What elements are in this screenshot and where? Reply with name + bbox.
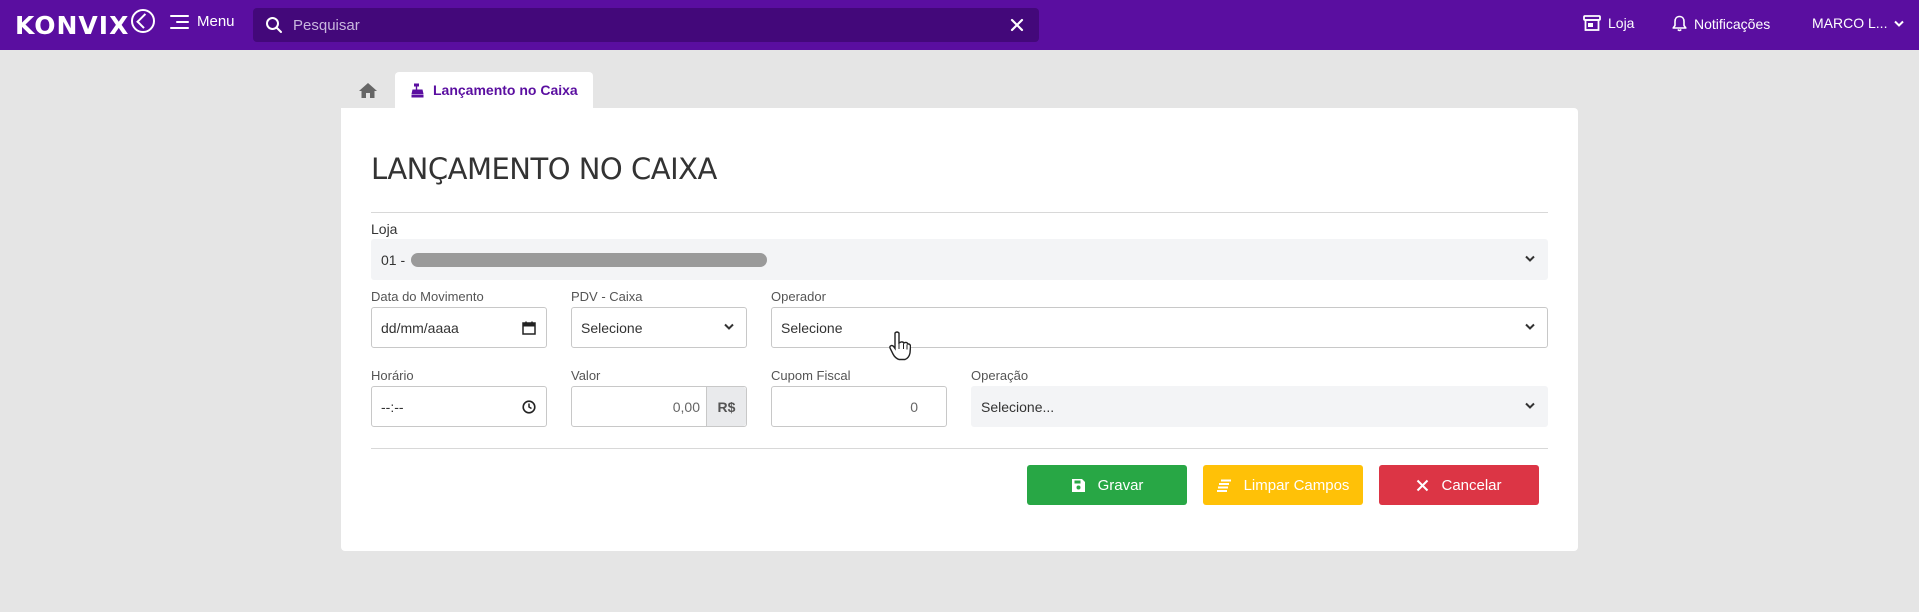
operador-label: Operador [771,289,826,304]
loja-value: 01 - [381,251,406,268]
cancel-button[interactable]: Cancelar [1379,465,1539,505]
save-label: Gravar [1097,476,1144,494]
user-menu[interactable]: MARCO L... [1812,15,1905,31]
store-label: Loja [1608,15,1635,31]
top-navbar: KONVIX Menu Loja [0,0,1919,50]
search-bar [253,8,1039,42]
close-icon [1417,479,1429,491]
actions-divider [371,448,1548,449]
tab-lancamento-caixa[interactable]: Lançamento no Caixa [395,72,593,108]
calendar-icon[interactable] [522,321,536,335]
horario-input[interactable]: --:-- [371,386,547,427]
valor-value: 0,00 [672,399,700,415]
data-movimento-label: Data do Movimento [371,289,484,304]
hand-cursor-icon [889,331,911,361]
logo-mark-icon [131,9,156,33]
horario-label: Horário [371,368,414,383]
cupom-fiscal-input[interactable]: 0 [771,386,947,427]
loja-select[interactable]: 01 - [371,239,1548,280]
floppy-disk-icon [1071,478,1085,492]
loja-label: Loja [371,221,398,237]
operacao-label: Operação [971,368,1029,383]
hamburger-icon [170,14,189,29]
chevron-down-icon [1525,323,1535,330]
operador-value: Selecione [781,319,843,336]
search-input[interactable] [293,8,993,42]
data-movimento-value: dd/mm/aaaa [381,319,459,336]
save-button[interactable]: Gravar [1027,465,1187,505]
currency-addon: R$ [706,387,746,426]
loja-name-redacted [411,252,768,267]
operacao-value: Selecione... [981,398,1055,415]
chevron-down-icon [724,323,734,330]
home-icon [359,82,377,98]
cupom-fiscal-label: Cupom Fiscal [771,368,851,383]
logo-text: KONVIX [15,10,130,40]
pdv-caixa-select[interactable]: Selecione [571,307,747,348]
cupom-fiscal-value: 0 [910,398,918,415]
notifications-button[interactable]: Notificações [1672,15,1770,32]
operacao-select[interactable]: Selecione... [971,386,1548,427]
home-tab[interactable] [341,72,395,108]
form-card: LANÇAMENTO NO CAIXA Loja 01 - Data do Mo… [341,108,1578,551]
horario-value: --:-- [381,398,404,415]
menu-button[interactable]: Menu [170,13,235,30]
eraser-lines-icon [1216,479,1231,492]
search-icon [266,17,282,33]
valor-input[interactable]: 0,00 R$ [571,386,747,427]
pdv-caixa-value: Selecione [581,319,643,336]
store-icon [1583,15,1601,31]
pdv-caixa-label: PDV - Caixa [571,289,643,304]
chevron-down-icon [1894,20,1905,27]
notifications-label: Notificações [1694,15,1771,32]
bell-icon [1672,15,1687,32]
chevron-down-icon [1525,402,1535,409]
chevron-down-icon [1525,255,1535,262]
page-title: LANÇAMENTO NO CAIXA [371,152,717,186]
cash-register-icon [411,83,424,97]
title-divider [371,212,1548,213]
store-button[interactable]: Loja [1583,15,1634,31]
clear-fields-label: Limpar Campos [1243,476,1350,494]
clear-search-icon[interactable] [1009,17,1025,33]
clear-fields-button[interactable]: Limpar Campos [1203,465,1363,505]
operador-select[interactable]: Selecione [771,307,1548,348]
user-name: MARCO L... [1812,15,1888,31]
tab-label: Lançamento no Caixa [433,82,578,98]
clock-icon[interactable] [522,400,536,414]
valor-label: Valor [571,368,601,383]
konvix-logo[interactable]: KONVIX [15,9,156,40]
data-movimento-input[interactable]: dd/mm/aaaa [371,307,547,348]
menu-label: Menu [197,13,235,30]
cancel-label: Cancelar [1441,476,1502,494]
